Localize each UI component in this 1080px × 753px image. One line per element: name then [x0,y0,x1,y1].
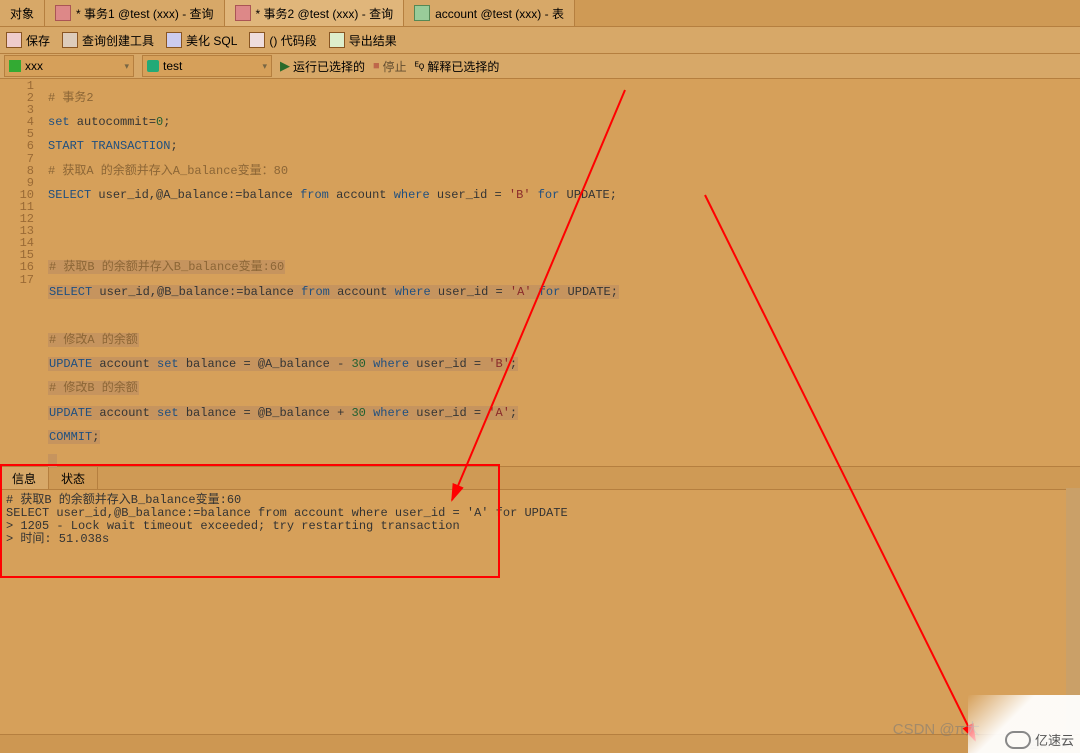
builder-icon [62,32,78,48]
button-label: () 代码段 [269,32,316,49]
button-label: 运行已选择的 [293,58,365,75]
tab-label: 对象 [10,5,34,22]
stop-icon: ■ [373,60,380,72]
connection-selector[interactable]: xxx ▾ [4,55,134,77]
run-selected-button[interactable]: ▶运行已选择的 [280,58,365,75]
output-panel[interactable]: # 获取B 的余额并存入B_balance变量:60 SELECT user_i… [0,490,1080,753]
document-tabs: 对象 * 事务1 @test (xxx) - 查询 * 事务2 @test (x… [0,0,1080,27]
line-gutter: 1234567891011121314151617 [0,79,42,466]
button-label: 美化 SQL [186,32,237,49]
button-label: 导出结果 [349,32,397,49]
combo-value: xxx [25,59,43,73]
tab-label: * 事务2 @test (xxx) - 查询 [256,5,394,22]
cloud-icon [1005,731,1031,749]
beautify-icon [166,32,182,48]
tab-objects[interactable]: 对象 [0,0,45,26]
brand-overlay: 亿速云 [968,695,1080,753]
button-label: 保存 [26,32,50,49]
query-builder-button[interactable]: 查询创建工具 [62,32,154,49]
tab-status[interactable]: 状态 [49,467,98,489]
connection-icon [9,60,21,72]
explain-icon: ᴱǫ [415,61,425,72]
query-icon [235,5,251,21]
run-bar: xxx ▾ test ▾ ▶运行已选择的 ■停止 ᴱǫ解释已选择的 [0,54,1080,79]
code-area[interactable]: # 事务2 set autocommit=0; START TRANSACTIO… [42,79,1080,466]
watermark: CSDN @π大 [893,718,980,739]
query-icon [55,5,71,21]
tab-info[interactable]: 信息 [0,467,49,489]
tab-table-account[interactable]: account @test (xxx) - 表 [404,0,575,26]
save-icon [6,32,22,48]
chevron-down-icon: ▾ [124,61,129,72]
tab-query-2[interactable]: * 事务2 @test (xxx) - 查询 [225,0,405,26]
sql-editor[interactable]: 1234567891011121314151617 # 事务2 set auto… [0,79,1080,466]
chevron-down-icon: ▾ [262,61,267,72]
explain-selected-button[interactable]: ᴱǫ解释已选择的 [415,58,500,75]
export-results-button[interactable]: 导出结果 [329,32,397,49]
combo-value: test [163,59,182,73]
tab-label: 信息 [12,472,36,486]
button-label: 解释已选择的 [427,58,499,75]
play-icon: ▶ [280,58,290,74]
code-snippet-button[interactable]: () 代码段 [249,32,316,49]
beautify-sql-button[interactable]: 美化 SQL [166,32,237,49]
brand-text: 亿速云 [1035,730,1074,749]
tab-label: * 事务1 @test (xxx) - 查询 [76,5,214,22]
snippet-icon [249,32,265,48]
tab-label: 状态 [61,472,85,486]
export-icon [329,32,345,48]
tab-query-1[interactable]: * 事务1 @test (xxx) - 查询 [45,0,225,26]
stop-button[interactable]: ■停止 [373,58,407,75]
button-label: 停止 [383,58,407,75]
database-icon [147,60,159,72]
toolbar: 保存 查询创建工具 美化 SQL () 代码段 导出结果 [0,27,1080,54]
tab-label: account @test (xxx) - 表 [435,5,564,22]
save-button[interactable]: 保存 [6,32,50,49]
database-selector[interactable]: test ▾ [142,55,272,77]
button-label: 查询创建工具 [82,32,154,49]
table-icon [414,5,430,21]
